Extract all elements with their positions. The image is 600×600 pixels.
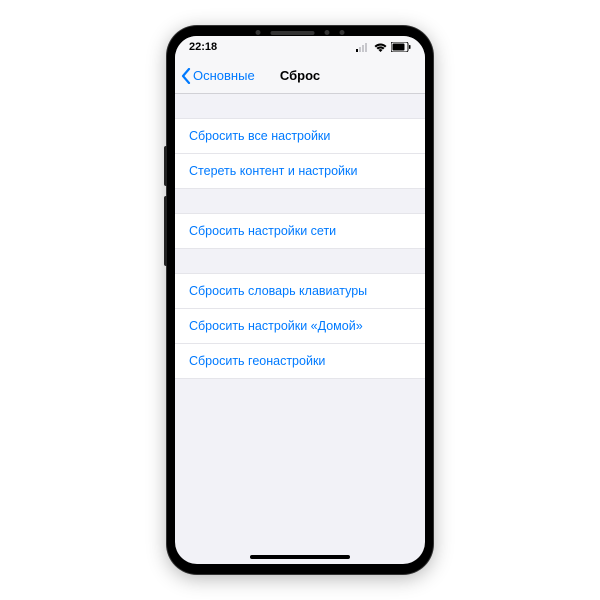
status-right xyxy=(356,42,411,52)
battery-icon xyxy=(391,42,411,52)
row-label: Сбросить геонастройки xyxy=(189,354,325,368)
row-label: Сбросить словарь клавиатуры xyxy=(189,284,367,298)
row-label: Сбросить все настройки xyxy=(189,129,330,143)
status-time: 22:18 xyxy=(189,41,217,53)
erase-content-settings-row[interactable]: Стереть контент и настройки xyxy=(175,154,425,188)
settings-group: Сбросить настройки сети xyxy=(175,213,425,249)
row-label: Сбросить настройки сети xyxy=(189,224,336,238)
wifi-icon xyxy=(374,43,387,52)
reset-network-settings-row[interactable]: Сбросить настройки сети xyxy=(175,214,425,248)
phone-sensors xyxy=(256,30,345,35)
row-label: Сбросить настройки «Домой» xyxy=(189,319,363,333)
home-indicator[interactable] xyxy=(250,555,350,559)
reset-home-layout-row[interactable]: Сбросить настройки «Домой» xyxy=(175,309,425,344)
navigation-bar: Основные Сброс xyxy=(175,58,425,94)
reset-keyboard-dictionary-row[interactable]: Сбросить словарь клавиатуры xyxy=(175,274,425,309)
phone-frame: 22:18 Основные Сброс xyxy=(167,26,433,574)
row-label: Стереть контент и настройки xyxy=(189,164,358,178)
back-button[interactable]: Основные xyxy=(175,68,255,84)
chevron-left-icon xyxy=(181,68,191,84)
reset-all-settings-row[interactable]: Сбросить все настройки xyxy=(175,119,425,154)
settings-group: Сбросить все настройки Стереть контент и… xyxy=(175,118,425,189)
status-bar: 22:18 xyxy=(175,36,425,58)
back-label: Основные xyxy=(193,68,255,83)
screen: 22:18 Основные Сброс xyxy=(175,36,425,564)
page-title: Сброс xyxy=(280,68,320,83)
cellular-signal-icon xyxy=(356,43,370,52)
settings-group: Сбросить словарь клавиатуры Сбросить нас… xyxy=(175,273,425,379)
content-area[interactable]: Сбросить все настройки Стереть контент и… xyxy=(175,94,425,564)
reset-location-privacy-row[interactable]: Сбросить геонастройки xyxy=(175,344,425,378)
